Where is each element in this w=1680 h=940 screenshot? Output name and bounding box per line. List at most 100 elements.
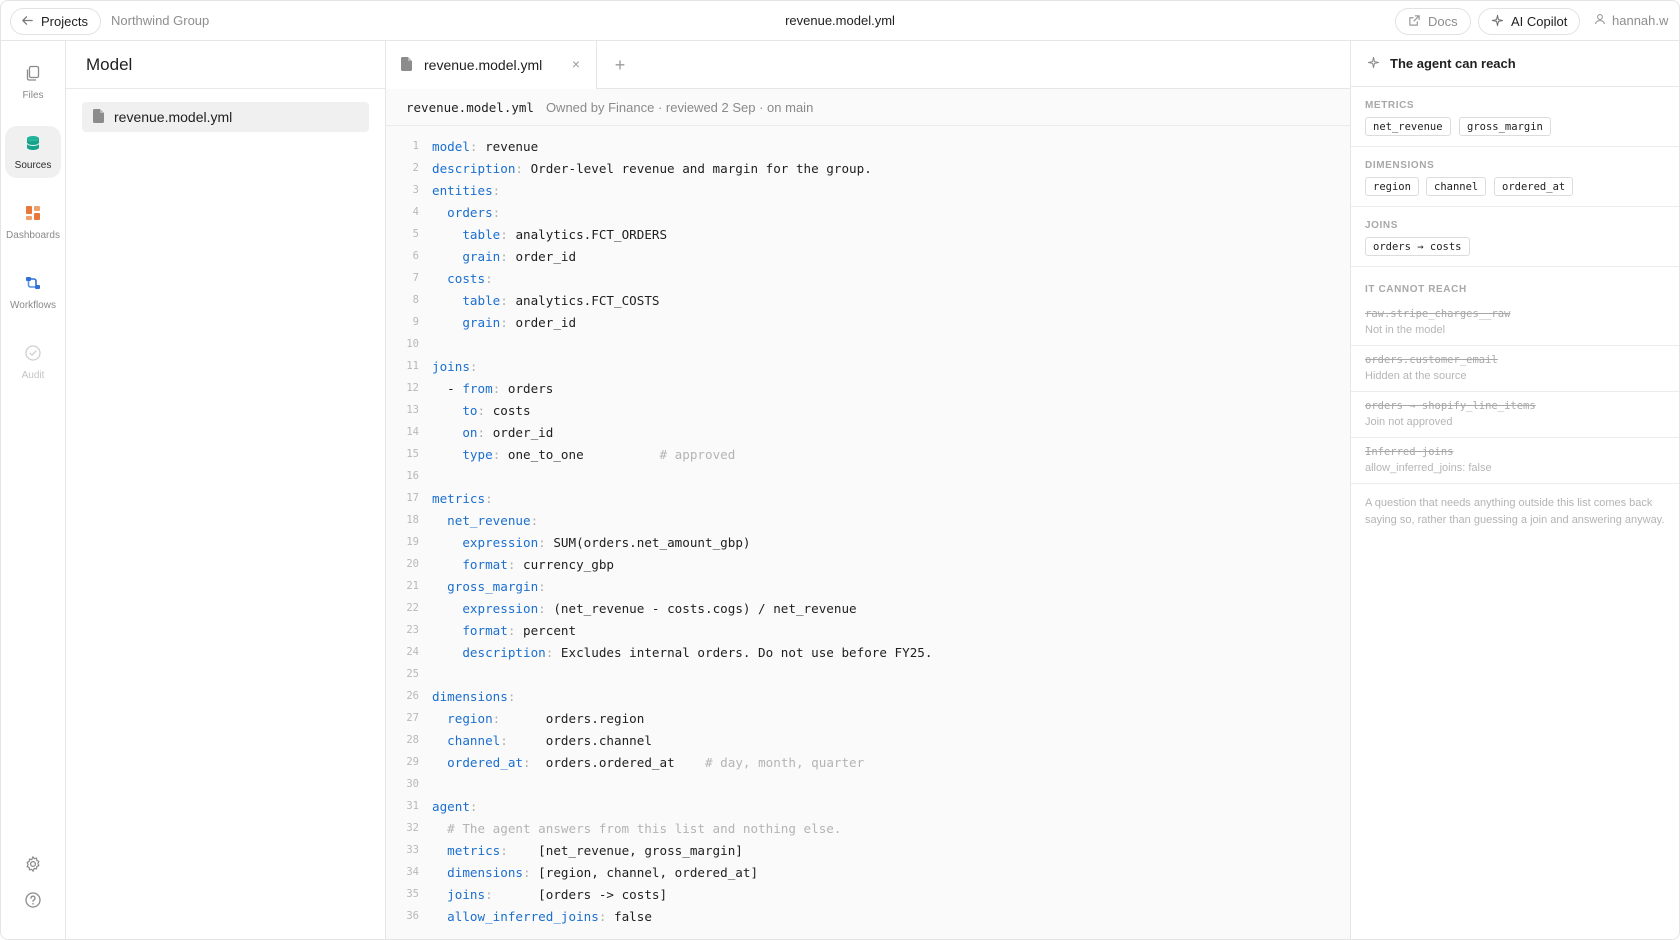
line-number: 10	[406, 338, 419, 350]
dimension-chip: region	[1365, 177, 1419, 196]
line-content: orders:	[447, 204, 501, 220]
yaml-value: orders.channel	[545, 732, 652, 748]
line-content: channel: orders.channel	[447, 732, 652, 748]
yaml-key: expression	[462, 534, 539, 550]
line-content: net_revenue:	[447, 512, 539, 528]
line-number: 15	[406, 448, 419, 460]
yaml-key: expression	[462, 600, 539, 616]
explorer-file-revenue-model[interactable]: revenue.model.yml	[82, 102, 369, 132]
joins-title: JOINS	[1365, 220, 1399, 231]
code-line: 7 costs:	[386, 267, 1350, 289]
yaml-key: joins	[447, 886, 486, 902]
yaml-key: table	[462, 226, 501, 242]
yaml-key: net_revenue	[447, 512, 531, 528]
code-line: 3 entities:	[386, 179, 1350, 201]
line-number: 14	[406, 426, 419, 438]
yaml-key: format	[462, 556, 508, 572]
code-line: 21 gross_margin:	[386, 575, 1350, 597]
docs-button[interactable]: Docs	[1395, 8, 1471, 35]
code-line: 19 expression: SUM(orders.net_amount_gbp…	[386, 531, 1350, 553]
panel-title: The agent can reach	[1390, 56, 1516, 71]
file-meta-name: revenue.model.yml	[406, 100, 534, 115]
line-content: dimensions:	[432, 688, 516, 704]
yaml-key: from	[462, 380, 493, 396]
unreachable-name: Inferred joins	[1365, 446, 1454, 458]
yaml-value: percent	[523, 622, 577, 638]
rail-item-audit[interactable]: Audit	[5, 336, 61, 388]
help-button[interactable]	[21, 889, 45, 913]
yaml-key: ordered_at	[447, 754, 523, 770]
tab-label: revenue.model.yml	[424, 57, 543, 73]
yaml-value: Order-level revenue and margin for the g…	[530, 160, 872, 176]
yaml-key: model	[432, 138, 470, 154]
line-number: 26	[406, 690, 419, 702]
code-line: 15 type: one_to_one # approved	[386, 443, 1350, 465]
yaml-key: description	[432, 160, 516, 176]
line-number: 16	[406, 470, 419, 482]
rail-item-dashboards[interactable]: Dashboards	[5, 196, 61, 248]
yaml-key: entities	[432, 182, 493, 198]
editor-tab-revenue-model[interactable]: revenue.model.yml	[386, 41, 597, 89]
ai-copilot-button[interactable]: AI Copilot	[1478, 8, 1581, 35]
code-line: 4 orders:	[386, 201, 1350, 223]
user-icon	[1594, 13, 1606, 28]
file-meta-bar: revenue.model.yml Owned by Finance · rev…	[386, 89, 1350, 126]
rail-item-sources[interactable]: Sources	[5, 126, 61, 178]
yaml-value: orders	[507, 380, 554, 396]
line-content: costs:	[447, 270, 493, 286]
line-content: type: one_to_one # approved	[462, 446, 736, 462]
join-chip: orders → costs	[1365, 237, 1470, 256]
yaml-value: order_id	[515, 314, 577, 330]
unreachable-name: orders → shopify_line_items	[1365, 400, 1536, 412]
yaml-key: metrics	[432, 490, 486, 506]
add-tab-icon[interactable]: +	[608, 53, 632, 77]
rail-item-workflows[interactable]: Workflows	[5, 266, 61, 318]
line-number: 19	[406, 536, 419, 548]
line-content: grain: order_id	[462, 248, 577, 264]
yaml-value: orders.ordered_at	[545, 754, 675, 770]
line-number: 7	[412, 272, 419, 284]
line-content: ordered_at: orders.ordered_at # day, mon…	[447, 754, 865, 770]
settings-button[interactable]	[21, 853, 45, 877]
code-line: 11 joins:	[386, 355, 1350, 377]
rail-label-workflows: Workflows	[10, 299, 56, 311]
line-number: 3	[412, 184, 419, 196]
user-menu[interactable]: hannah.w	[1594, 13, 1668, 28]
yaml-key: on	[462, 424, 478, 440]
joins-section: JOINS orders → costs	[1351, 207, 1679, 267]
line-number: 13	[406, 404, 419, 416]
panel-header: The agent can reach	[1351, 41, 1679, 87]
line-content: dimensions: [region, channel, ordered_at…	[447, 864, 759, 880]
explorer-title: Model	[66, 41, 385, 89]
line-number: 28	[406, 734, 419, 746]
code-line: 29 ordered_at: orders.ordered_at # day, …	[386, 751, 1350, 773]
line-content: on: order_id	[462, 424, 554, 440]
yaml-key: costs	[447, 270, 486, 286]
yaml-value: order_id	[515, 248, 577, 264]
yaml-key: region	[447, 710, 493, 726]
yaml-key: grain	[462, 248, 501, 264]
yaml-key: metrics	[447, 842, 501, 858]
yaml-value: (net_revenue - costs.cogs) / net_revenue	[553, 600, 857, 616]
panel-note: A question that needs anything outside t…	[1365, 497, 1665, 526]
rail-item-files[interactable]: Files	[5, 56, 61, 108]
unreachable-item: orders → shopify_line_items Join not app…	[1351, 392, 1679, 438]
unreachable-reason: allow_inferred_joins: false	[1365, 462, 1492, 474]
yaml-value: analytics.FCT_COSTS	[515, 292, 660, 308]
rail-label-dashboards: Dashboards	[6, 229, 60, 241]
code-line: 8 table: analytics.FCT_COSTS	[386, 289, 1350, 311]
code-line: 34 dimensions: [region, channel, ordered…	[386, 861, 1350, 883]
yaml-value: analytics.FCT_ORDERS	[515, 226, 668, 242]
code-line: 35 joins: [orders -> costs]	[386, 883, 1350, 905]
code-line: 28 channel: orders.channel	[386, 729, 1350, 751]
line-content: agent:	[432, 798, 478, 814]
line-content: metrics:	[432, 490, 493, 506]
sparkle-icon	[1367, 56, 1380, 72]
line-number: 31	[406, 800, 419, 812]
line-number: 8	[412, 294, 419, 306]
close-tab-icon[interactable]: ×	[569, 57, 583, 71]
line-number: 6	[412, 250, 419, 262]
yaml-value: [orders -> costs]	[538, 886, 668, 902]
external-link-icon	[1408, 14, 1421, 30]
line-content: model: revenue	[432, 138, 539, 154]
